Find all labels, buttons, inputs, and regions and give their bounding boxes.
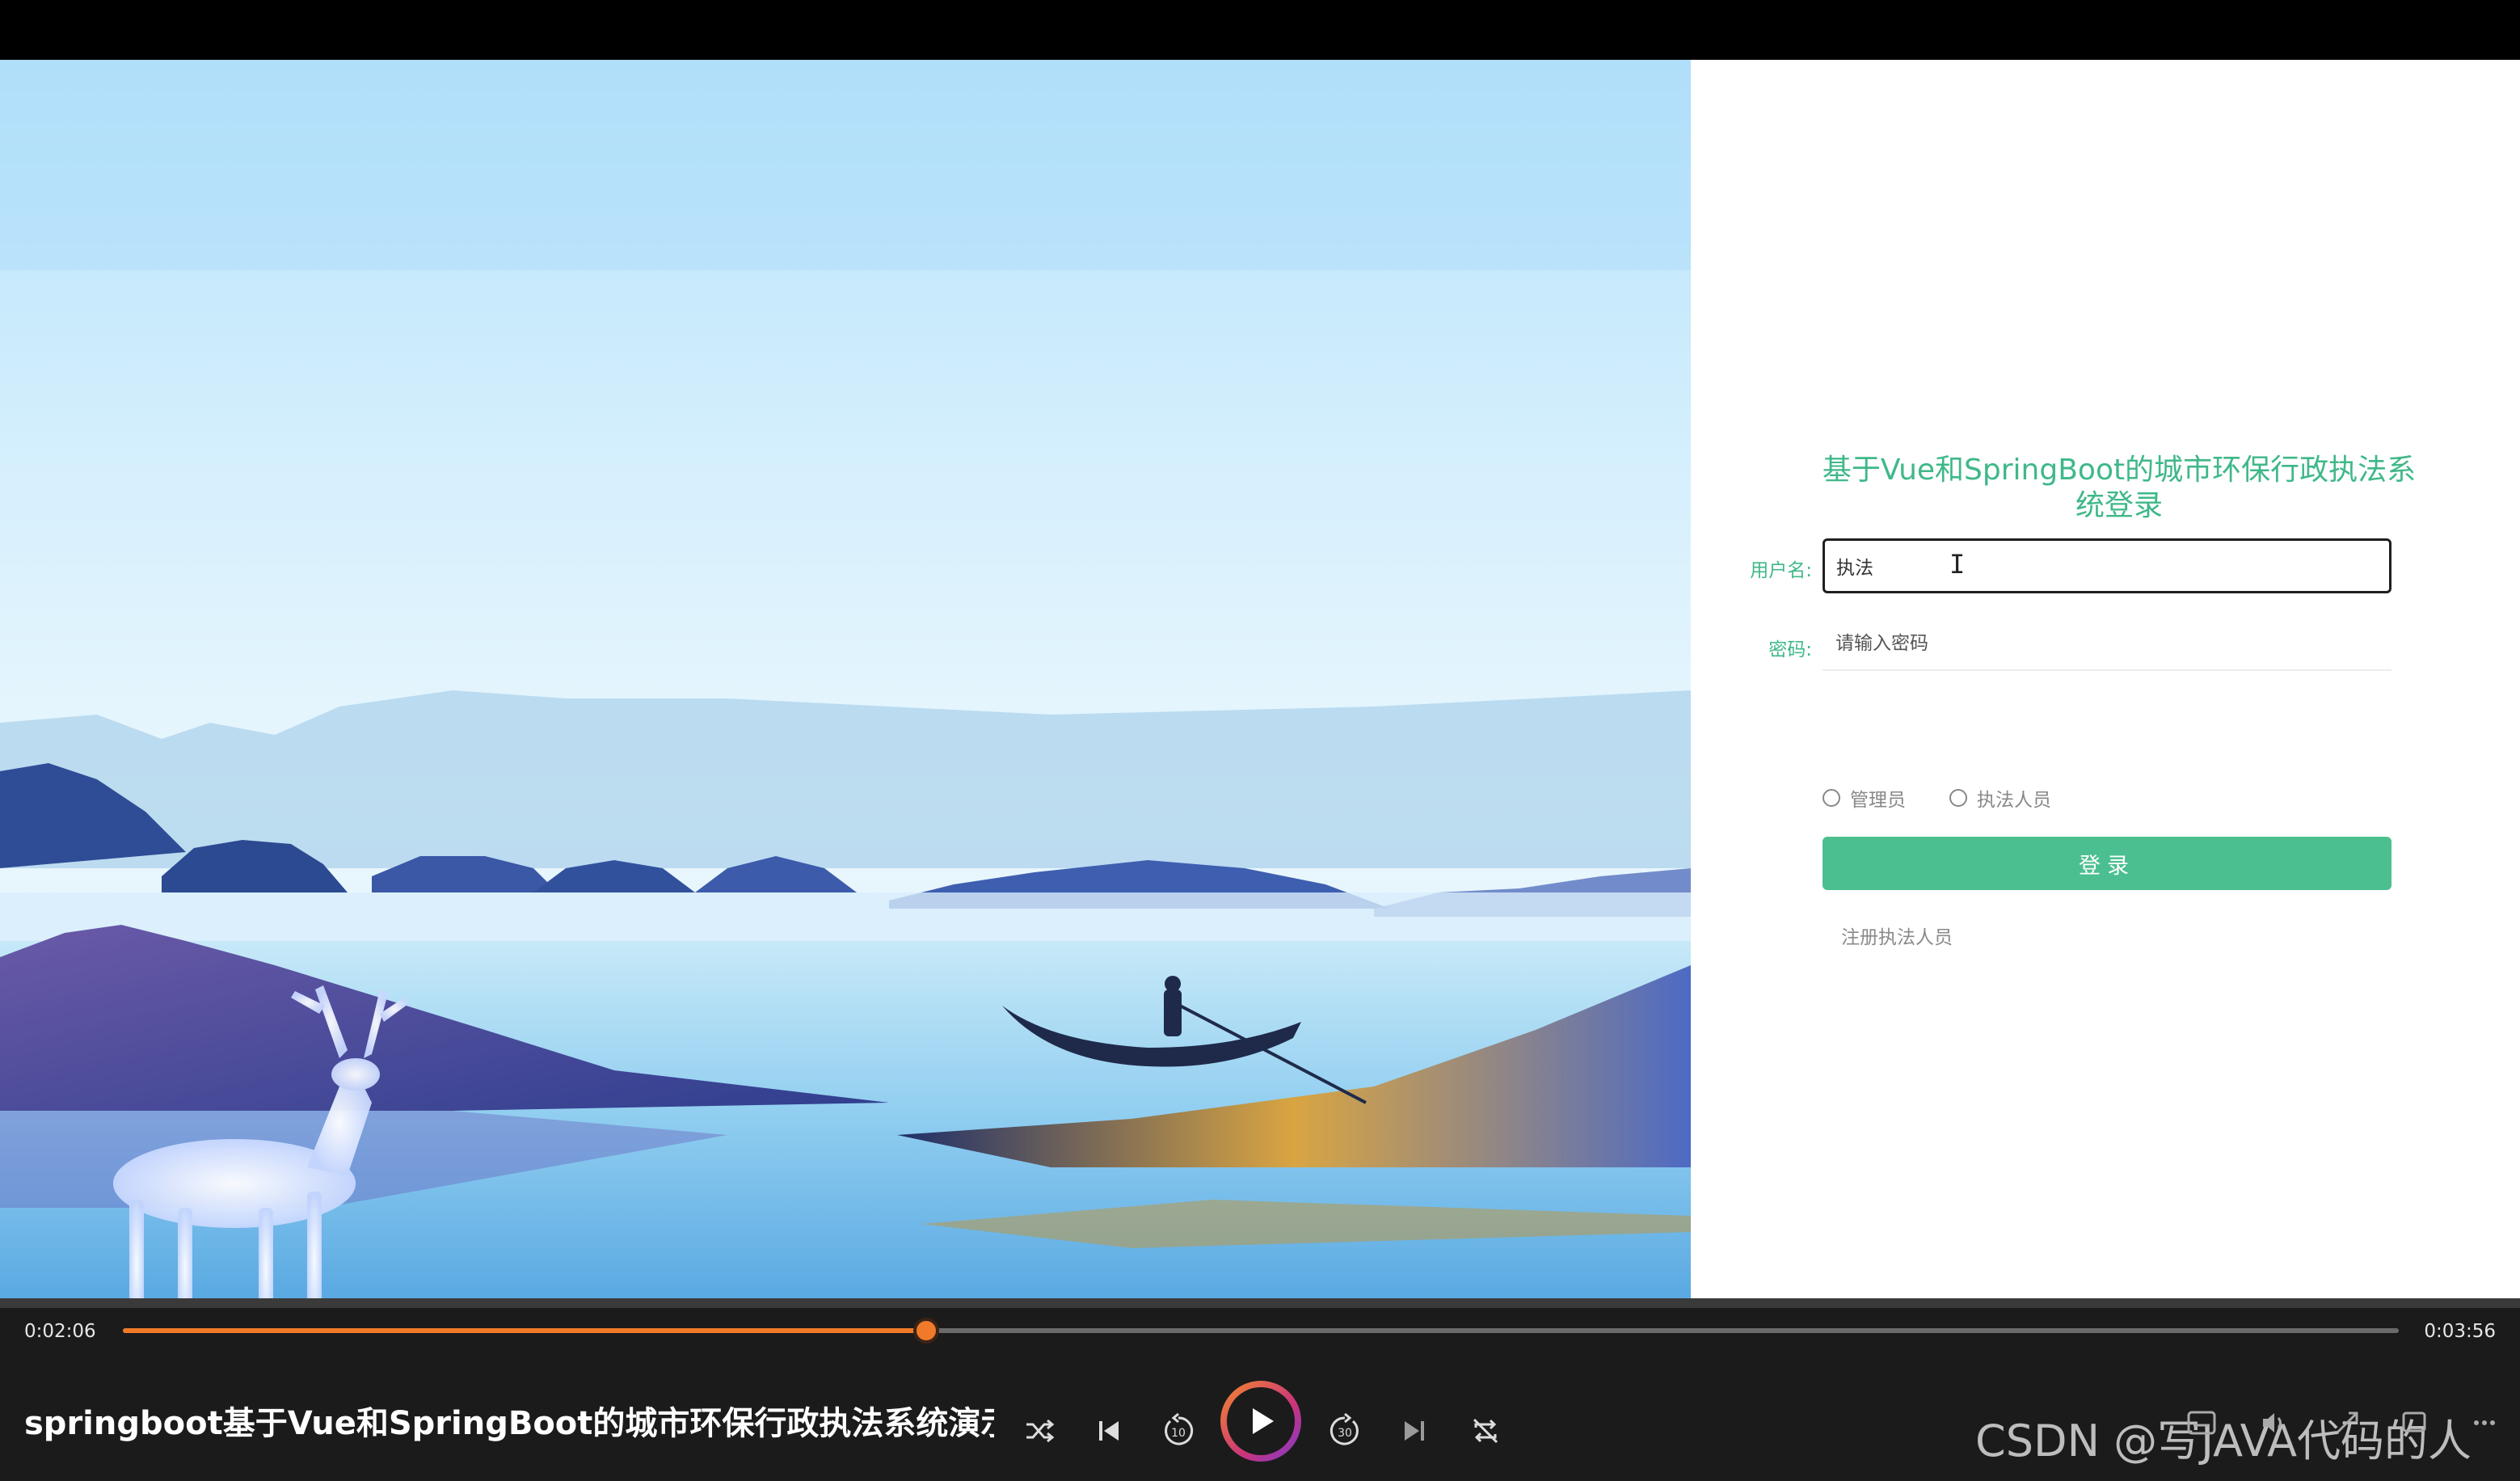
username-input[interactable] — [1823, 538, 2391, 593]
login-title: 基于Vue和SpringBoot的城市环保行政执法系统登录 — [1822, 454, 2417, 522]
role-label-officer: 执法人员 — [1977, 790, 2051, 811]
previous-button[interactable] — [1089, 1411, 1128, 1450]
play-button[interactable] — [1220, 1381, 1301, 1462]
shuffle-icon — [1026, 1419, 1055, 1443]
text-cursor-icon: I — [1949, 549, 1966, 580]
play-icon — [1253, 1408, 1274, 1434]
volume-icon — [2263, 1413, 2282, 1432]
video-title: springboot基于Vue和SpringBoot的城市环保行政执法系统演示.… — [24, 1405, 994, 1442]
svg-text:10: 10 — [1171, 1427, 1186, 1440]
password-input[interactable] — [1823, 618, 2391, 671]
media-player-bar: 0:02:06 0:03:56 springboot基于Vue和SpringBo… — [0, 1298, 2520, 1481]
shuffle-button[interactable] — [1020, 1411, 1059, 1450]
rewind-button[interactable]: 10 — [1159, 1411, 1198, 1450]
miniplayer-button[interactable] — [2396, 1403, 2434, 1442]
next-button[interactable] — [1395, 1411, 1434, 1450]
username-label: 用户名: — [1750, 560, 1812, 581]
seek-bar[interactable] — [123, 1318, 2399, 1344]
role-label-admin: 管理员 — [1850, 790, 1906, 811]
more-button[interactable] — [2465, 1403, 2504, 1442]
repeat-off-icon — [1473, 1418, 1498, 1444]
register-officer-link[interactable]: 注册执法人员 — [1841, 922, 1953, 949]
total-time: 0:03:56 — [2424, 1321, 2496, 1342]
radio-circle-icon[interactable] — [1823, 789, 1840, 807]
rewind-10-icon: 10 — [1165, 1413, 1194, 1445]
next-icon — [1405, 1421, 1424, 1441]
current-time: 0:02:06 — [24, 1321, 96, 1342]
login-button[interactable]: 登录 — [1823, 837, 2391, 890]
login-background-illustration — [0, 60, 1691, 1298]
seek-thumb[interactable] — [913, 1318, 940, 1344]
subtitles-icon — [2187, 1411, 2216, 1435]
password-label: 密码: — [1768, 639, 1812, 660]
svg-text:30: 30 — [1338, 1427, 1352, 1440]
player-top-edge — [0, 1298, 2520, 1308]
role-radio-officer[interactable]: 执法人员 — [1949, 784, 2051, 812]
seek-bar-fill — [123, 1328, 927, 1333]
landscape-scene — [0, 60, 1691, 1298]
fullscreen-icon — [2336, 1411, 2358, 1434]
role-radio-admin[interactable]: 管理员 — [1823, 784, 1906, 812]
subtitles-button[interactable] — [2182, 1403, 2221, 1442]
forward-button[interactable]: 30 — [1325, 1411, 1364, 1450]
miniplayer-icon — [2402, 1411, 2426, 1432]
repeat-button[interactable] — [1466, 1411, 1505, 1450]
login-panel: 基于Vue和SpringBoot的城市环保行政执法系统登录 用户名: I 密码:… — [1691, 60, 2520, 1298]
more-icon — [2474, 1420, 2495, 1425]
play-button-inner — [1227, 1387, 1295, 1455]
previous-icon — [1099, 1421, 1119, 1441]
top-black-bar — [0, 0, 2520, 60]
volume-button[interactable] — [2255, 1403, 2294, 1442]
radio-circle-icon[interactable] — [1949, 789, 1967, 807]
fullscreen-button[interactable] — [2328, 1403, 2366, 1442]
forward-30-icon: 30 — [1330, 1413, 1359, 1445]
